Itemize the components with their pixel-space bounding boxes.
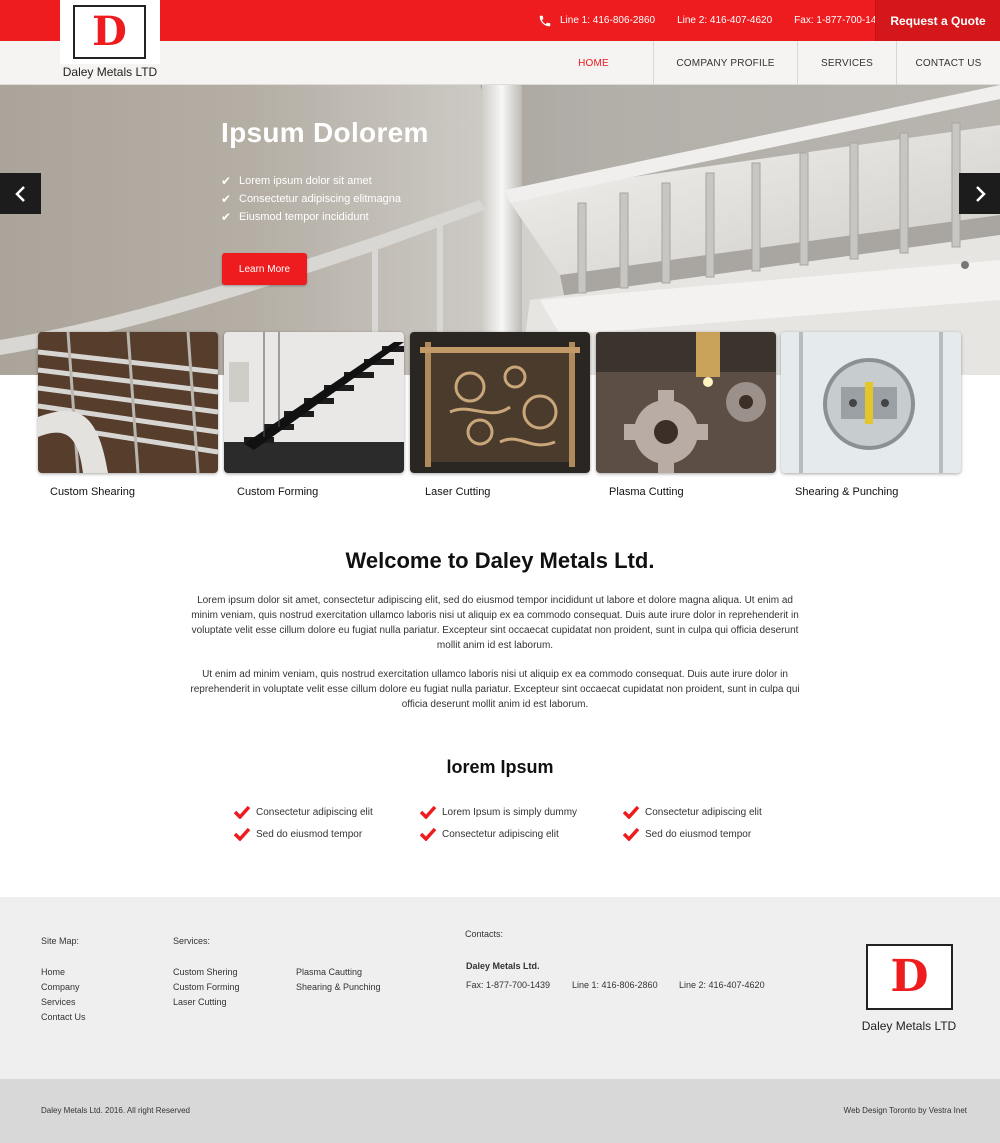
footer-link-laser-cutting[interactable]: Laser Cutting [173, 997, 227, 1007]
hero-bullet: ✔ Lorem ipsum dolor sit amet [221, 172, 401, 190]
feature-item: Lorem Ipsum is simply dummy [420, 805, 577, 819]
chevron-right-icon [975, 185, 986, 202]
hero-bullet-text: Consectetur adipiscing elitmagna [239, 193, 402, 205]
footer-logo-text: Daley Metals LTD [861, 1019, 957, 1033]
check-icon: ✔ [221, 210, 232, 224]
header-contacts: Line 1: 416-806-2860 Line 2: 416-407-462… [538, 0, 910, 41]
service-label[interactable]: Custom Shearing [50, 486, 135, 498]
hero-bullet-text: Lorem ipsum dolor sit amet [239, 175, 372, 187]
footer-link-company[interactable]: Company [41, 982, 80, 992]
slider-prev-button[interactable] [0, 173, 41, 214]
logo-mark: D [73, 5, 146, 59]
learn-more-button[interactable]: Learn More [222, 253, 307, 285]
service-label[interactable]: Shearing & Punching [795, 486, 898, 498]
slider-next-button[interactable] [959, 173, 1000, 214]
logo-text: Daley Metals LTD [62, 65, 158, 79]
footer-services-heading: Services: [173, 936, 211, 946]
railing-image [38, 332, 218, 473]
laser-panel-image [410, 332, 590, 473]
feature-item: Consectetur adipiscing elit [420, 827, 559, 841]
feature-text: Consectetur adipiscing elit [442, 828, 559, 840]
check-icon: ✔ [221, 192, 232, 206]
nav-contact-us[interactable]: CONTACT US [896, 41, 1000, 85]
footer-link-home[interactable]: Home [41, 967, 65, 977]
footer-contacts-heading: Contacts: [465, 929, 504, 939]
stairs-image [224, 332, 404, 473]
main-nav: HOME COMPANY PROFILE SERVICES CONTACT US [534, 41, 1000, 85]
copyright-bar: Daley Metals Ltd. 2016. All right Reserv… [0, 1079, 1000, 1143]
header-phone-line2: Line 2: 416-407-4620 [677, 15, 773, 26]
red-check-icon [420, 805, 437, 819]
chevron-left-icon [14, 185, 25, 202]
service-tile-laser-cutting[interactable] [410, 332, 590, 473]
footer-link-plasma-cautting[interactable]: Plasma Cautting [296, 967, 362, 977]
copyright-text: Daley Metals Ltd. 2016. All right Reserv… [41, 1106, 190, 1115]
welcome-title: Welcome to Daley Metals Ltd. [345, 548, 655, 573]
hero-bullet: ✔ Eiusmod tempor incididunt [221, 208, 401, 226]
nav-home[interactable]: HOME [534, 41, 653, 85]
feature-item: Sed do eiusmod tempor [623, 827, 751, 841]
footer-link-services[interactable]: Services [41, 997, 76, 1007]
feature-item: Sed do eiusmod tempor [234, 827, 362, 841]
features-title: lorem Ipsum [446, 757, 554, 777]
service-tile-plasma-cutting[interactable] [596, 332, 776, 473]
feature-item: Consectetur adipiscing elit [623, 805, 762, 819]
feature-text: Sed do eiusmod tempor [645, 828, 752, 840]
service-label[interactable]: Plasma Cutting [609, 486, 684, 498]
logo-letter: D [92, 8, 127, 55]
red-check-icon [234, 827, 251, 841]
footer-link-custom-shering[interactable]: Custom Shering [173, 967, 238, 977]
request-quote-button[interactable]: Request a Quote [875, 0, 1000, 41]
red-check-icon [234, 805, 251, 819]
feature-item: Consectetur adipiscing elit [234, 805, 373, 819]
footer-link-custom-forming[interactable]: Custom Forming [173, 982, 240, 992]
hero-bullet-text: Eiusmod tempor incididunt [239, 211, 369, 223]
feature-text: Sed do eiusmod tempor [256, 828, 363, 840]
header-logo[interactable]: D [60, 0, 160, 64]
hero-title: Ipsum Dolorem [221, 117, 429, 148]
red-check-icon [623, 827, 640, 841]
feature-text: Consectetur adipiscing elit [645, 806, 762, 818]
feature-text: Lorem Ipsum is simply dummy [442, 806, 578, 818]
phone-icon [539, 15, 551, 26]
footer-logo: D [866, 944, 953, 1010]
welcome-paragraph-1: Lorem ipsum dolor sit amet, consectetur … [191, 595, 799, 651]
footer-sitemap-heading: Site Map: [41, 936, 80, 946]
header-fax: Fax: 1-877-700-1439 [794, 15, 888, 26]
nav-services[interactable]: SERVICES [797, 41, 896, 85]
service-tile-custom-forming[interactable] [224, 332, 404, 473]
hero-bullet: ✔ Consectetur adipiscing elitmagna [221, 190, 401, 208]
glass-clamp-image [781, 332, 961, 473]
footer-phone-line1: Line 1: 416-806-2860 [572, 980, 658, 990]
header-phone-line1: Line 1: 416-806-2860 [560, 15, 656, 26]
welcome-paragraph-2: Ut enim ad minim veniam, quis nostrud ex… [190, 669, 800, 710]
hero-bullet-list: ✔ Lorem ipsum dolor sit amet ✔ Consectetur… [221, 172, 401, 226]
check-icon: ✔ [221, 174, 232, 188]
feature-text: Consectetur adipiscing elit [256, 806, 373, 818]
footer-fax: Fax: 1-877-700-1439 [466, 980, 551, 990]
nav-company-profile[interactable]: COMPANY PROFILE [653, 41, 797, 85]
footer-company-name: Daley Metals Ltd. [466, 961, 540, 971]
plasma-gear-image [596, 332, 776, 473]
footer-link-shearing-punching[interactable]: Shearing & Punching [296, 982, 381, 992]
service-tile-custom-shearing[interactable] [38, 332, 218, 473]
red-check-icon [623, 805, 640, 819]
design-credit-link[interactable]: Web Design Toronto by Vestra Inet [844, 1106, 967, 1115]
footer-link-contact-us[interactable]: Contact Us [41, 1012, 86, 1022]
service-label[interactable]: Laser Cutting [425, 486, 490, 498]
red-check-icon [420, 827, 437, 841]
service-label[interactable]: Custom Forming [237, 486, 318, 498]
footer-logo-letter: D [890, 951, 929, 1002]
footer-phone-line2: Line 2: 416-407-4620 [679, 980, 765, 990]
service-tile-shearing-punching[interactable] [781, 332, 961, 473]
